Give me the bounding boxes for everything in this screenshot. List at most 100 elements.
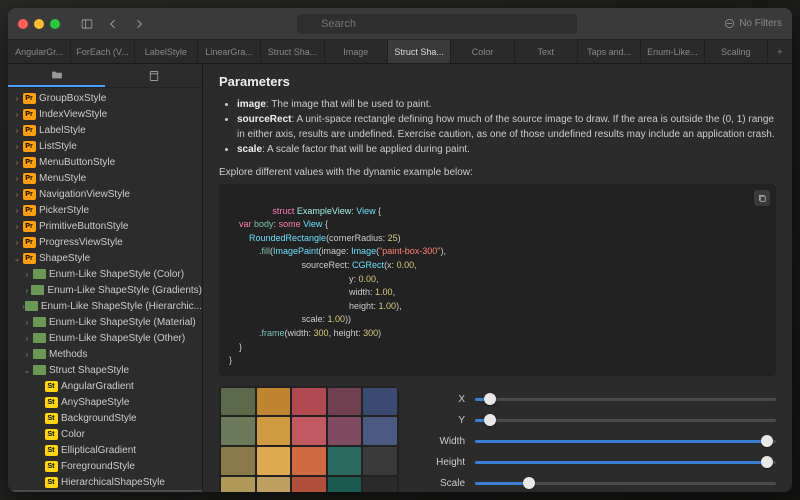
tree-item-hierarchicalshapestyle[interactable]: StHierarchicalShapeStyle xyxy=(8,474,202,490)
tree-item-enum-like-shapestyle-color-[interactable]: ›Enum-Like ShapeStyle (Color) xyxy=(8,266,202,282)
code-block: struct ExampleView: View { var body: som… xyxy=(219,184,776,376)
disclosure-icon: › xyxy=(22,286,31,295)
palette-cell xyxy=(221,417,255,445)
tree-item-struct-shapestyle[interactable]: ⌄Struct ShapeStyle xyxy=(8,362,202,378)
back-button[interactable] xyxy=(102,14,124,34)
tab-add-button[interactable]: + xyxy=(768,40,792,63)
tab-5[interactable]: Image xyxy=(325,40,388,63)
minimize-icon[interactable] xyxy=(34,19,44,29)
tree-item-enum-like-shapestyle-hierarchic-[interactable]: ›Enum-Like ShapeStyle (Hierarchic... xyxy=(8,298,202,314)
tree-item-ellipticalgradient[interactable]: StEllipticalGradient xyxy=(8,442,202,458)
preview-row: XYWidthHeightScale xyxy=(219,386,776,492)
pr-icon: Pr xyxy=(22,252,36,264)
tree-item-label: Enum-Like ShapeStyle (Gradients) xyxy=(47,285,202,296)
tree-item-indexviewstyle[interactable]: ›PrIndexViewStyle xyxy=(8,106,202,122)
tree-item-liststyle[interactable]: ›PrListStyle xyxy=(8,138,202,154)
slider-thumb[interactable] xyxy=(484,393,496,405)
slider-width[interactable] xyxy=(475,440,776,443)
tab-9[interactable]: Taps and... xyxy=(578,40,641,63)
tree-item-label: Enum-Like ShapeStyle (Material) xyxy=(49,317,196,328)
slider-scale[interactable] xyxy=(475,482,776,485)
tab-3[interactable]: LinearGra... xyxy=(198,40,261,63)
section-heading: Parameters xyxy=(219,74,776,89)
tab-7[interactable]: Color xyxy=(451,40,514,63)
search-input[interactable] xyxy=(297,14,577,34)
tree-item-enum-like-shapestyle-other-[interactable]: ›Enum-Like ShapeStyle (Other) xyxy=(8,330,202,346)
pr-icon: Pr xyxy=(22,236,36,248)
tree-item-navigationviewstyle[interactable]: ›PrNavigationViewStyle xyxy=(8,186,202,202)
filters-icon xyxy=(724,18,735,29)
slider-label: Height xyxy=(429,457,465,468)
slider-thumb[interactable] xyxy=(523,477,535,489)
sidebar-tab-files[interactable] xyxy=(8,64,105,87)
tab-10[interactable]: Enum-Like... xyxy=(641,40,704,63)
traffic-lights xyxy=(18,19,60,29)
tree-item-label: LabelStyle xyxy=(39,125,86,136)
fd-icon xyxy=(25,300,38,312)
slider-height[interactable] xyxy=(475,461,776,464)
st-icon: St xyxy=(44,380,58,392)
filters-button[interactable]: No Filters xyxy=(724,18,782,29)
tree-item-label: Enum-Like ShapeStyle (Hierarchic... xyxy=(41,301,202,312)
zoom-icon[interactable] xyxy=(50,19,60,29)
palette-cell xyxy=(257,447,291,475)
tab-0[interactable]: AngularGr... xyxy=(8,40,71,63)
tree-item-label: Color xyxy=(61,429,85,440)
copy-button[interactable] xyxy=(754,190,770,206)
tree-item-foregroundstyle[interactable]: StForegroundStyle xyxy=(8,458,202,474)
slider-label: Y xyxy=(429,415,465,426)
tree-item-enum-like-shapestyle-gradients-[interactable]: › Enum-Like ShapeStyle (Gradients) xyxy=(8,282,202,298)
tab-1[interactable]: ForEach (V... xyxy=(71,40,134,63)
tree-item-label: ForegroundStyle xyxy=(61,461,135,472)
disclosure-icon: › xyxy=(22,270,32,279)
slider-thumb[interactable] xyxy=(761,456,773,468)
tree-item-menubuttonstyle[interactable]: ›PrMenuButtonStyle xyxy=(8,154,202,170)
palette-cell xyxy=(363,447,397,475)
forward-button[interactable] xyxy=(128,14,150,34)
tree-item-methods[interactable]: ›Methods xyxy=(8,346,202,362)
close-icon[interactable] xyxy=(18,19,28,29)
tree-item-groupboxstyle[interactable]: ›PrGroupBoxStyle xyxy=(8,90,202,106)
tab-4[interactable]: Struct Sha... xyxy=(261,40,324,63)
slider-y[interactable] xyxy=(475,419,776,422)
tree-item-anyshapestyle[interactable]: StAnyShapeStyle xyxy=(8,394,202,410)
tab-8[interactable]: Text xyxy=(515,40,578,63)
palette-cell xyxy=(257,477,291,492)
slider-thumb[interactable] xyxy=(761,435,773,447)
palette-cell xyxy=(328,417,362,445)
tree-item-label: MenuButtonStyle xyxy=(39,157,115,168)
tree-item-color[interactable]: StColor xyxy=(8,426,202,442)
tree-item-label: ListStyle xyxy=(39,141,77,152)
tree-item-angulargradient[interactable]: StAngularGradient xyxy=(8,378,202,394)
disclosure-icon: › xyxy=(12,238,22,247)
tree-item-imagepaint[interactable]: StImagePaint xyxy=(8,490,202,492)
slider-row-height: Height xyxy=(429,457,776,468)
tab-6[interactable]: Struct Sha... xyxy=(388,40,451,63)
st-icon: St xyxy=(44,412,58,424)
tree-item-shapestyle[interactable]: ⌄PrShapeStyle xyxy=(8,250,202,266)
palette-cell xyxy=(292,417,326,445)
tree-item-progressviewstyle[interactable]: ›PrProgressViewStyle xyxy=(8,234,202,250)
slider-x[interactable] xyxy=(475,398,776,401)
explore-text: Explore different values with the dynami… xyxy=(219,167,776,178)
disclosure-icon: › xyxy=(12,174,22,183)
content-pane[interactable]: Parameters image: The image that will be… xyxy=(203,64,792,492)
sidebar-tab-bookmarks[interactable] xyxy=(105,64,202,87)
tree-item-enum-like-shapestyle-material-[interactable]: ›Enum-Like ShapeStyle (Material) xyxy=(8,314,202,330)
tree-item-backgroundstyle[interactable]: StBackgroundStyle xyxy=(8,410,202,426)
tree-item-pickerstyle[interactable]: ›PrPickerStyle xyxy=(8,202,202,218)
tab-2[interactable]: LabelStyle xyxy=(135,40,198,63)
slider-label: Scale xyxy=(429,478,465,489)
tab-11[interactable]: Scaling xyxy=(705,40,768,63)
palette-cell xyxy=(257,417,291,445)
tree-item-menustyle[interactable]: ›PrMenuStyle xyxy=(8,170,202,186)
disclosure-icon: › xyxy=(12,94,22,103)
slider-thumb[interactable] xyxy=(484,414,496,426)
tree-item-primitivebuttonstyle[interactable]: ›PrPrimitiveButtonStyle xyxy=(8,218,202,234)
palette-cell xyxy=(328,388,362,416)
tree-item-labelstyle[interactable]: ›PrLabelStyle xyxy=(8,122,202,138)
sidebar-toggle-icon[interactable] xyxy=(76,14,98,34)
palette-cell xyxy=(363,477,397,492)
slider-row-x: X xyxy=(429,394,776,405)
sidebar-tree[interactable]: ›PrGroupBoxStyle›PrIndexViewStyle›PrLabe… xyxy=(8,88,202,492)
